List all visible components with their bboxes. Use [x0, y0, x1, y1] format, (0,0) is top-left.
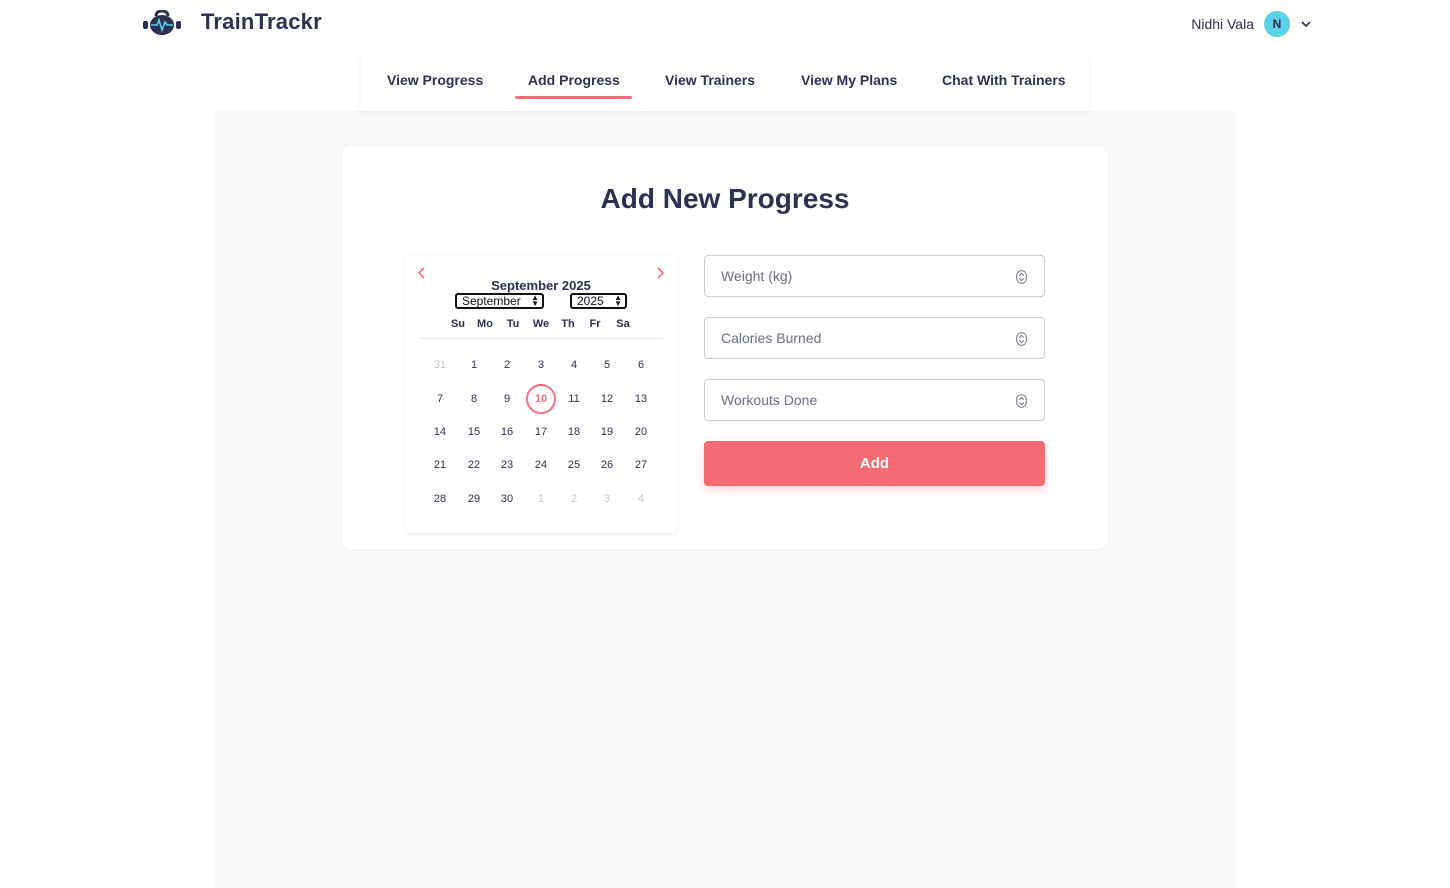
number-spinner-icon[interactable]: [1016, 332, 1027, 346]
calendar-day[interactable]: 18: [559, 417, 589, 447]
weight-field[interactable]: [704, 255, 1045, 297]
calories-input[interactable]: [705, 318, 1044, 358]
calendar-day-outside-month[interactable]: 1: [526, 484, 556, 514]
select-arrows-icon: ▲ ▼: [614, 293, 622, 308]
calendar-day[interactable]: 7: [425, 384, 455, 414]
year-select-value: 2025: [577, 294, 604, 308]
calendar-day[interactable]: 19: [592, 417, 622, 447]
calendar-day[interactable]: 11: [559, 384, 589, 414]
tab-view-trainers[interactable]: View Trainers: [665, 72, 755, 88]
page-title: Add New Progress: [600, 183, 850, 214]
calendar-day[interactable]: 1: [459, 350, 489, 380]
calories-field[interactable]: [704, 317, 1045, 359]
calendar-day[interactable]: 28: [425, 484, 455, 514]
calendar-day[interactable]: 17: [526, 417, 556, 447]
calendar-day-outside-month[interactable]: 4: [626, 484, 656, 514]
calendar-day[interactable]: 14: [425, 417, 455, 447]
brand-name[interactable]: TrainTrackr: [201, 9, 322, 35]
workouts-input[interactable]: [705, 380, 1044, 420]
calendar-day-selected[interactable]: 10: [526, 384, 556, 414]
add-button[interactable]: Add: [704, 441, 1045, 486]
calendar-day[interactable]: 22: [459, 450, 489, 480]
tab-view-my-plans[interactable]: View My Plans: [801, 72, 897, 88]
calendar-day[interactable]: 26: [592, 450, 622, 480]
date-picker: September 2025 September ▲ ▼ 2025 ▲ ▼ Su Mo…: [405, 256, 677, 533]
tab-view-progress[interactable]: View Progress: [387, 72, 483, 88]
calendar-day-outside-month[interactable]: 31: [425, 350, 455, 380]
calendar-day[interactable]: 8: [459, 384, 489, 414]
calendar-day[interactable]: 13: [626, 384, 656, 414]
calendar-day[interactable]: 27: [626, 450, 656, 480]
tab-chat-with-trainers[interactable]: Chat With Trainers: [942, 72, 1066, 88]
top-header: TrainTrackr Nidhi Vala N: [0, 0, 1450, 46]
month-select[interactable]: September ▲ ▼: [455, 293, 544, 309]
calendar-day[interactable]: 30: [492, 484, 522, 514]
kettlebell-logo-icon: [143, 10, 181, 35]
calendar-day[interactable]: 25: [559, 450, 589, 480]
weekday-header: Sa: [616, 318, 630, 330]
active-tab-indicator: [515, 96, 632, 99]
tab-add-progress[interactable]: Add Progress: [528, 72, 620, 88]
select-arrows-icon: ▲ ▼: [531, 293, 539, 308]
year-select[interactable]: 2025 ▲ ▼: [570, 293, 627, 309]
weekday-header: We: [532, 318, 550, 330]
number-spinner-icon[interactable]: [1016, 270, 1027, 284]
calendar-day[interactable]: 4: [559, 350, 589, 380]
calendar-day[interactable]: 2: [492, 350, 522, 380]
calendar-day[interactable]: 20: [626, 417, 656, 447]
number-spinner-icon[interactable]: [1016, 394, 1027, 408]
add-progress-card: Add New Progress September 2025 Septembe…: [342, 147, 1108, 549]
calendar-day[interactable]: 24: [526, 450, 556, 480]
workouts-field[interactable]: [704, 379, 1045, 421]
month-select-value: September: [462, 294, 521, 308]
calendar-month-title: September 2025: [491, 278, 591, 293]
avatar[interactable]: N: [1264, 11, 1290, 37]
main-nav: View Progress Add Progress View Trainers…: [361, 51, 1089, 111]
calendar-day[interactable]: 3: [526, 350, 556, 380]
calendar-day[interactable]: 23: [492, 450, 522, 480]
weekday-header: Fr: [589, 318, 601, 330]
calendar-day-outside-month[interactable]: 2: [559, 484, 589, 514]
calendar-day[interactable]: 6: [626, 350, 656, 380]
calendar-day[interactable]: 12: [592, 384, 622, 414]
weekday-header: Mo: [477, 318, 493, 330]
chevron-down-icon[interactable]: [1300, 18, 1312, 30]
weekday-header: Th: [561, 318, 575, 330]
calendar-divider: [419, 338, 663, 339]
calendar-day[interactable]: 29: [459, 484, 489, 514]
calendar-day-outside-month[interactable]: 3: [592, 484, 622, 514]
weight-input[interactable]: [705, 256, 1044, 296]
calendar-day[interactable]: 16: [492, 417, 522, 447]
calendar-day[interactable]: 5: [592, 350, 622, 380]
weekday-header: Tu: [506, 318, 520, 330]
user-name[interactable]: Nidhi Vala: [1191, 16, 1254, 32]
user-menu[interactable]: Nidhi Vala N: [1191, 11, 1312, 37]
calendar-day[interactable]: 21: [425, 450, 455, 480]
weekday-header: Su: [450, 318, 466, 330]
calendar-day[interactable]: 9: [492, 384, 522, 414]
calendar-day[interactable]: 15: [459, 417, 489, 447]
